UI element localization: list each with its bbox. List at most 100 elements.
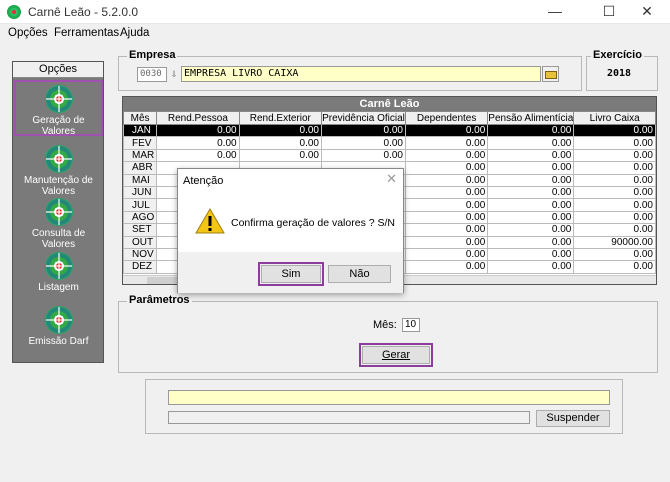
value-cell[interactable]: 0.00: [321, 123, 406, 138]
sidebar-item-label: Listagem: [38, 282, 79, 293]
value-cell[interactable]: 0.00: [573, 173, 656, 187]
dialog-close-icon[interactable]: ✕: [386, 171, 397, 187]
value-cell[interactable]: 0.00: [487, 198, 575, 212]
value-cell[interactable]: 0.00: [404, 136, 489, 150]
sidebar-item-listagem[interactable]: Listagem: [14, 249, 103, 305]
value-cell[interactable]: 0.00: [404, 260, 489, 274]
value-cell[interactable]: 0.00: [404, 148, 489, 163]
minimize-button[interactable]: —: [532, 0, 578, 24]
mes-input[interactable]: 10: [402, 318, 420, 332]
month-cell[interactable]: OUT: [123, 235, 158, 249]
month-cell[interactable]: SET: [123, 223, 158, 237]
month-cell[interactable]: FEV: [123, 136, 158, 150]
app-icon: [7, 5, 21, 19]
value-cell[interactable]: 0.00: [573, 136, 656, 150]
value-cell[interactable]: 0.00: [487, 235, 575, 249]
column-header: Rend.Exterior: [238, 111, 323, 125]
month-cell[interactable]: AGO: [123, 210, 158, 225]
value-cell[interactable]: 0.00: [573, 123, 656, 138]
gerar-button[interactable]: Gerar: [362, 346, 430, 364]
value-cell[interactable]: 0.00: [487, 247, 575, 262]
menu-opcoes[interactable]: Opções: [8, 27, 48, 39]
globe-icon: [45, 199, 72, 225]
folder-icon: [545, 71, 557, 79]
value-cell[interactable]: 0.00: [238, 136, 323, 150]
sidebar-item-consulta[interactable]: Consulta de Valores: [14, 195, 103, 251]
value-cell[interactable]: 0.00: [404, 185, 489, 200]
value-cell[interactable]: 0.00: [573, 198, 656, 212]
empresa-code-field[interactable]: 0030: [137, 67, 167, 82]
value-cell[interactable]: 0.00: [487, 210, 575, 225]
value-cell[interactable]: 0.00: [487, 260, 575, 274]
value-cell[interactable]: 0.00: [487, 161, 575, 175]
value-cell[interactable]: 0.00: [487, 173, 575, 187]
value-cell[interactable]: 0.00: [404, 161, 489, 175]
menu-ferramentas[interactable]: Ferramentas: [54, 27, 119, 39]
value-cell[interactable]: 0.00: [156, 123, 240, 138]
value-cell[interactable]: 0.00: [573, 260, 656, 274]
value-cell[interactable]: 90000.00: [573, 235, 656, 249]
open-folder-button[interactable]: [542, 66, 559, 82]
down-arrow-icon[interactable]: ⇓: [168, 67, 180, 82]
value-cell[interactable]: 0.00: [156, 136, 240, 150]
globe-icon: [45, 146, 72, 172]
status-field: [168, 411, 530, 424]
column-header: Pensão Alimentícia: [487, 111, 575, 125]
table-row[interactable]: FEV 0.00 0.00 0.00 0.00 0.00 0.00: [123, 136, 656, 150]
value-cell[interactable]: 0.00: [321, 148, 406, 163]
title-bar: Carnê Leão - 5.2.0.0 — ☐ ✕: [0, 0, 670, 24]
menu-ajuda[interactable]: Ajuda: [120, 27, 149, 39]
suspender-button[interactable]: Suspender: [536, 410, 610, 427]
globe-icon: [45, 253, 72, 279]
empresa-name-field[interactable]: EMPRESA LIVRO CAIXA: [181, 66, 541, 82]
value-cell[interactable]: 0.00: [404, 173, 489, 187]
month-cell[interactable]: JUL: [123, 198, 158, 212]
month-cell[interactable]: MAI: [123, 173, 158, 187]
sidebar-title: Opções: [13, 62, 103, 78]
sidebar-item-label: Geração de Valores: [32, 115, 85, 137]
empresa-label: Empresa: [127, 49, 178, 61]
table-row[interactable]: MAR 0.00 0.00 0.00 0.00 0.00 0.00: [123, 148, 656, 163]
value-cell[interactable]: 0.00: [238, 123, 323, 138]
sidebar-item-geracao[interactable]: Geração de Valores: [14, 80, 103, 137]
month-cell[interactable]: MAR: [123, 148, 158, 163]
month-cell[interactable]: ABR: [123, 161, 158, 175]
sidebar-item-emissao-darf[interactable]: Emissão Darf: [14, 303, 103, 359]
sidebar-item-manutencao[interactable]: Manutenção de Valores: [14, 142, 103, 198]
dialog-footer: Sim Não: [178, 252, 403, 293]
value-cell[interactable]: 0.00: [404, 235, 489, 249]
value-cell[interactable]: 0.00: [404, 247, 489, 262]
warning-icon: [195, 208, 225, 234]
column-header: Livro Caixa: [573, 111, 656, 125]
value-cell[interactable]: 0.00: [573, 185, 656, 200]
value-cell[interactable]: 0.00: [573, 210, 656, 225]
month-cell[interactable]: NOV: [123, 247, 158, 262]
nao-button[interactable]: Não: [328, 265, 391, 283]
value-cell[interactable]: 0.00: [487, 148, 575, 163]
value-cell[interactable]: 0.00: [238, 148, 323, 163]
value-cell[interactable]: 0.00: [487, 223, 575, 237]
value-cell[interactable]: 0.00: [404, 210, 489, 225]
table-row[interactable]: JAN 0.00 0.00 0.00 0.00 0.00 0.00: [123, 123, 656, 138]
value-cell[interactable]: 0.00: [573, 223, 656, 237]
confirm-dialog: Atenção ✕ Confirma geração de valores ? …: [177, 168, 404, 293]
month-cell[interactable]: JAN: [123, 123, 158, 138]
column-header: Rend.Pessoa: [156, 111, 240, 125]
sim-button[interactable]: Sim: [261, 265, 321, 283]
sidebar: Opções Geração de Valores Manutenção de …: [12, 61, 104, 363]
value-cell[interactable]: 0.00: [404, 123, 489, 138]
value-cell[interactable]: 0.00: [156, 148, 240, 163]
close-button[interactable]: ✕: [624, 0, 670, 24]
month-cell[interactable]: JUN: [123, 185, 158, 200]
value-cell[interactable]: 0.00: [573, 247, 656, 262]
month-cell[interactable]: DEZ: [123, 260, 158, 274]
value-cell[interactable]: 0.00: [487, 185, 575, 200]
value-cell[interactable]: 0.00: [573, 148, 656, 163]
value-cell[interactable]: 0.00: [404, 223, 489, 237]
value-cell[interactable]: 0.00: [404, 198, 489, 212]
value-cell[interactable]: 0.00: [487, 123, 575, 138]
value-cell[interactable]: 0.00: [487, 136, 575, 150]
value-cell[interactable]: 0.00: [573, 161, 656, 175]
value-cell[interactable]: 0.00: [321, 136, 406, 150]
table-title: Carnê Leão: [123, 97, 656, 111]
